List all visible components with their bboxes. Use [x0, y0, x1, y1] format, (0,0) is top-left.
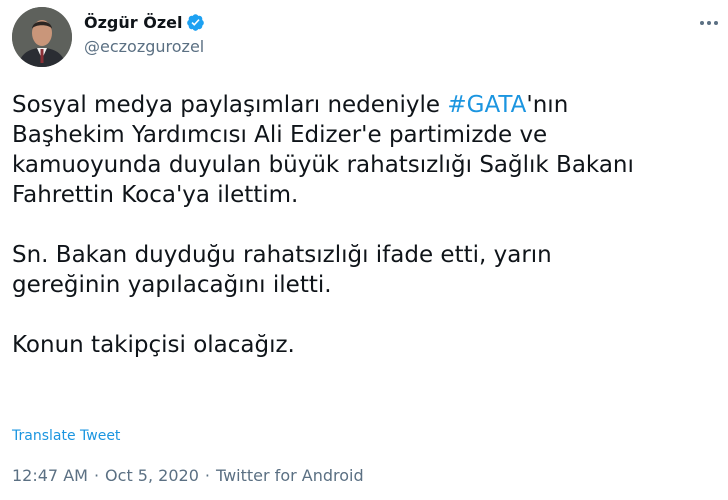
meta-separator: ·	[93, 466, 100, 485]
tweet-text-segment: 'nın	[526, 92, 569, 118]
more-options-button[interactable]	[696, 10, 722, 36]
tweet-line: kamuoyunda duyulan büyük rahatsızlığı Sa…	[12, 152, 634, 178]
more-options-icon	[700, 21, 718, 25]
author-name[interactable]: Özgür Özel	[84, 13, 182, 32]
tweet-line: Sn. Bakan duyduğu rahatsızlığı ifade ett…	[12, 242, 552, 268]
verified-badge-icon	[186, 13, 205, 32]
tweet-date-link[interactable]: Oct 5, 2020	[105, 466, 199, 485]
author-handle[interactable]: @eczozgurozel	[84, 37, 204, 56]
tweet-time-link[interactable]: 12:47 AM	[12, 466, 88, 485]
tweet-line: gereğinin yapılacağını iletti.	[12, 272, 332, 298]
meta-separator: ·	[204, 466, 210, 485]
tweet-line: Konun takipçisi olacağız.	[12, 332, 295, 358]
translate-tweet-link[interactable]: Translate Tweet	[12, 428, 120, 444]
tweet-text-segment: Sosyal medya paylaşımları nedeniyle	[12, 92, 448, 118]
avatar[interactable]	[12, 7, 72, 67]
tweet: Özgür Özel @eczozgurozel Sosyal medya pa…	[0, 0, 728, 500]
tweet-line: Sosyal medya paylaşımları nedeniyle #GAT…	[12, 90, 712, 120]
tweet-meta: 12:47 AM · Oct 5, 2020 · Twitter for And…	[12, 466, 364, 485]
tweet-source-link[interactable]: Twitter for Android	[216, 466, 364, 485]
tweet-text: Sosyal medya paylaşımları nedeniyle #GAT…	[12, 90, 712, 360]
avatar-photo-icon	[12, 7, 72, 67]
tweet-line: Fahrettin Koca'ya ilettim.	[12, 182, 299, 208]
tweet-line: Başhekim Yardımcısı Ali Edizer'e partimi…	[12, 122, 548, 148]
hashtag-link[interactable]: #GATA	[447, 92, 526, 118]
author-name-row: Özgür Özel	[84, 10, 205, 34]
